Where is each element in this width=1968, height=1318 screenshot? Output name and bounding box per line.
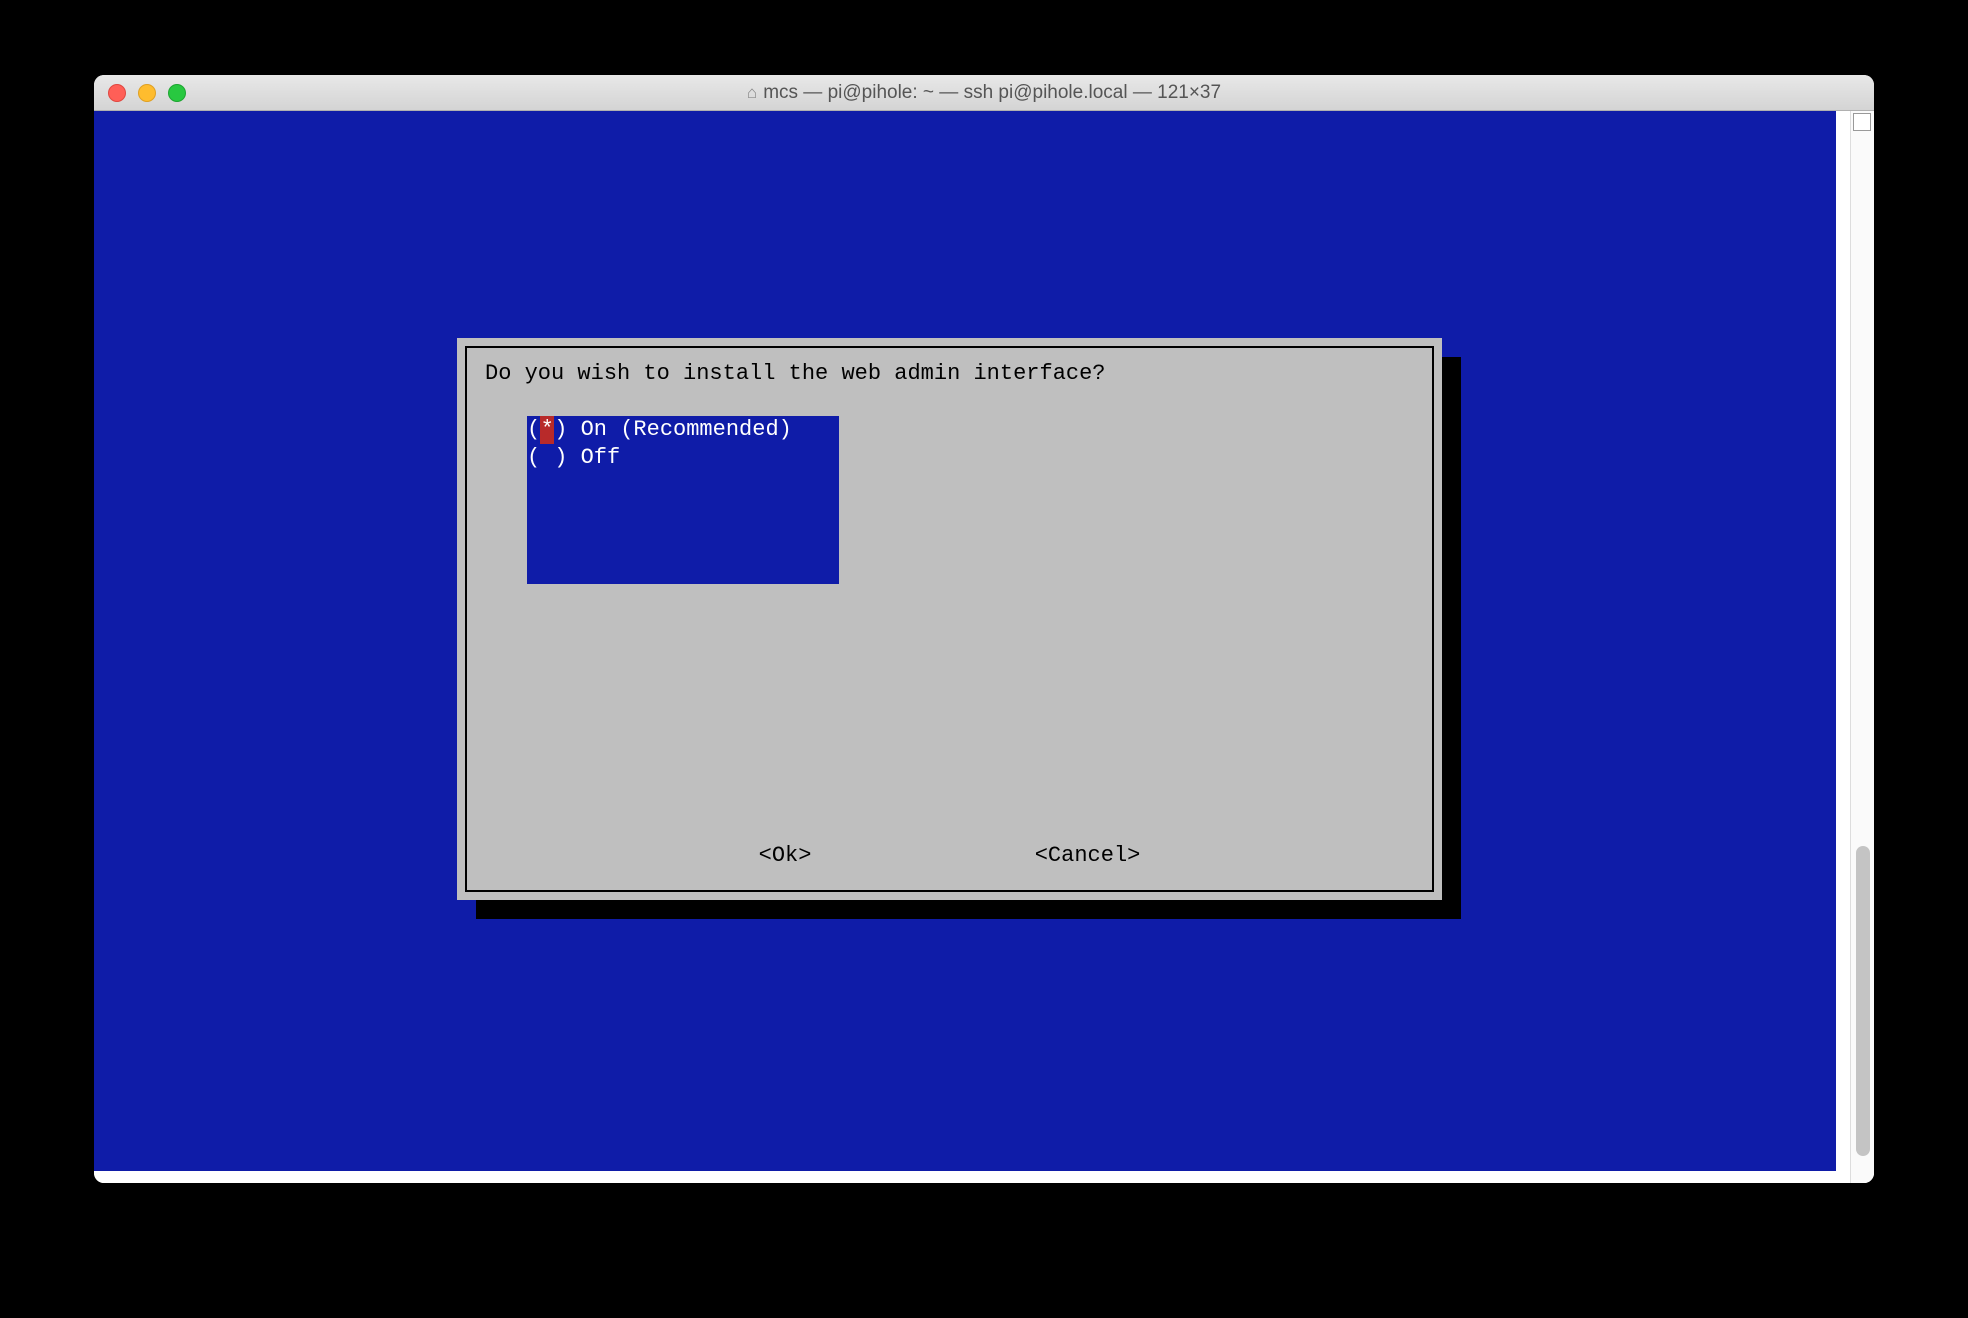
option-paren-close: ) xyxy=(554,444,580,472)
scrollbar-indicator-icon xyxy=(1853,113,1871,131)
option-radio-mark xyxy=(540,444,554,472)
option-label: Off xyxy=(581,444,621,472)
dialog-inner: Do you wish to install the web admin int… xyxy=(465,346,1434,892)
home-icon: ⌂ xyxy=(747,83,757,103)
terminal-area: Do you wish to install the web admin int… xyxy=(94,111,1874,1183)
titlebar[interactable]: ⌂ mcs — pi@pihole: ~ — ssh pi@pihole.loc… xyxy=(94,75,1874,111)
dialog-buttons: <Ok> <Cancel> xyxy=(467,842,1432,870)
option-off[interactable]: ( ) Off xyxy=(527,444,839,472)
maximize-icon[interactable] xyxy=(168,84,186,102)
ok-button[interactable]: <Ok> xyxy=(759,842,812,870)
option-on[interactable]: (*) On (Recommended) xyxy=(527,416,839,444)
terminal-content[interactable]: Do you wish to install the web admin int… xyxy=(94,111,1836,1171)
scrollbar-track[interactable] xyxy=(1850,111,1874,1183)
option-paren-open: ( xyxy=(527,444,540,472)
minimize-icon[interactable] xyxy=(138,84,156,102)
dialog: Do you wish to install the web admin int… xyxy=(457,338,1442,900)
dialog-prompt: Do you wish to install the web admin int… xyxy=(485,360,1106,388)
cancel-button[interactable]: <Cancel> xyxy=(1035,842,1141,870)
option-radio-mark: * xyxy=(540,416,554,444)
window-title: ⌂ mcs — pi@pihole: ~ — ssh pi@pihole.loc… xyxy=(94,82,1874,104)
option-paren-open: ( xyxy=(527,416,540,444)
scrollbar-thumb[interactable] xyxy=(1856,846,1870,1156)
options-list: (*) On (Recommended) ( ) Off xyxy=(527,416,839,584)
terminal-window: ⌂ mcs — pi@pihole: ~ — ssh pi@pihole.loc… xyxy=(94,75,1874,1183)
option-paren-close: ) xyxy=(554,416,580,444)
traffic-lights xyxy=(108,84,186,102)
close-icon[interactable] xyxy=(108,84,126,102)
option-label: On (Recommended) xyxy=(581,416,792,444)
window-title-text: mcs — pi@pihole: ~ — ssh pi@pihole.local… xyxy=(763,82,1221,104)
